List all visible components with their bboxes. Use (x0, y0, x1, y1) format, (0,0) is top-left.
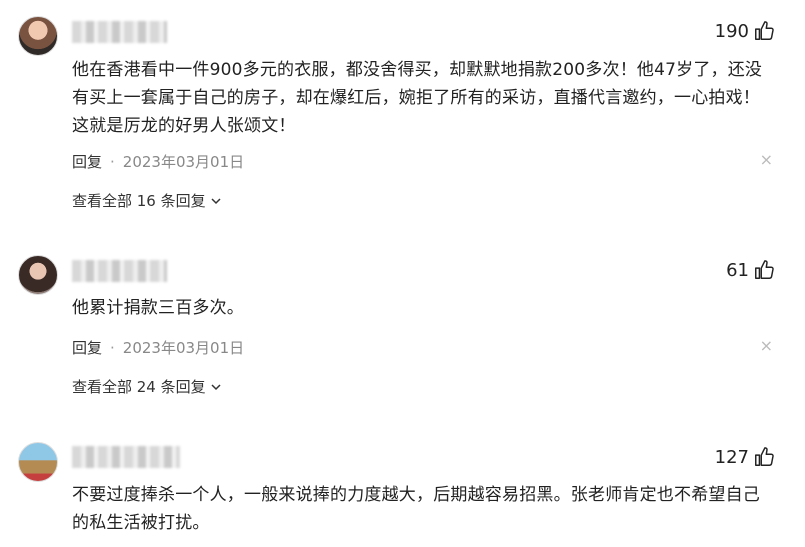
username-blurred[interactable] (72, 446, 180, 468)
comment-text: 不要过度捧杀一个人，一般来说捧的力度越大，后期越容易招黑。张老师肯定也不希望自己… (72, 485, 760, 533)
thumbs-up-icon (755, 447, 774, 466)
like-button[interactable]: 127 (715, 446, 775, 468)
like-count: 127 (714, 446, 749, 468)
comment-3: 127 不要过度捧杀一个人，一般来说捧的力度越大，后期越容易招黑。张老师肯定也不… (0, 0, 805, 547)
avatar[interactable] (18, 442, 58, 482)
